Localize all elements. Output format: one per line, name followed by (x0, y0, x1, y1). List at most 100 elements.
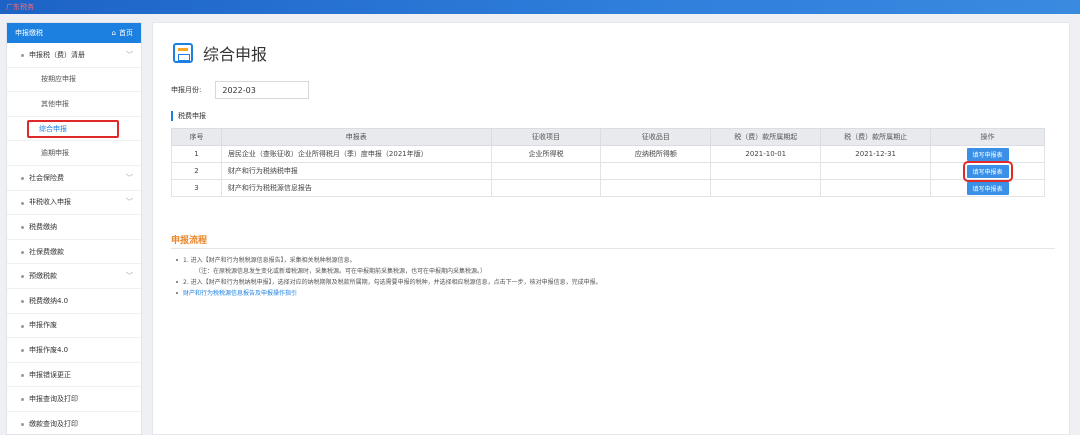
column-header: 征收项目 (490, 128, 602, 146)
table-cell (490, 179, 602, 197)
table-cell: 2021-12-31 (820, 145, 932, 163)
sidebar-subitem-label: 综合申报 (27, 119, 119, 138)
month-label: 申报月份: (171, 86, 202, 94)
declaration-icon (173, 43, 193, 63)
bullet-icon (21, 398, 24, 402)
sidebar-item[interactable]: 税费缴纳4.0 (7, 289, 141, 314)
sidebar-subitem-label: 按期应申报 (41, 75, 76, 84)
table-cell: 2 (171, 162, 222, 180)
home-icon: ⌂ (111, 29, 116, 37)
bullet-icon (21, 349, 24, 353)
bullet-icon (21, 299, 24, 303)
chevron-down-icon: ﹀ (126, 272, 133, 281)
flow-note: （注：在原税源信息发生变化或新增税源时，采集税源。可在申报期前采集税源，也可在申… (195, 268, 487, 275)
sidebar-subitem[interactable]: 逾期申报 (7, 141, 141, 166)
divider (171, 248, 1055, 249)
action-cell: 填写申报表 (930, 160, 1045, 182)
table-cell (490, 162, 602, 180)
sidebar-subitem-label: 其他申报 (41, 99, 69, 108)
column-header: 序号 (171, 128, 222, 146)
sidebar-item[interactable]: 申报作废 (7, 314, 141, 339)
table-cell (710, 179, 822, 197)
bullet-icon (21, 54, 24, 57)
table-cell (600, 179, 712, 197)
sidebar-item[interactable]: 预缴税款 ﹀ (7, 264, 141, 289)
table-cell: 1 (171, 145, 222, 163)
column-header: 申报表 (220, 128, 492, 146)
sidebar-item-label: 申报作废4.0 (29, 345, 69, 354)
sidebar-item-label: 社会保险费 (29, 173, 64, 182)
home-link[interactable]: ⌂ 首页 (112, 28, 133, 38)
table-cell: 企业所得税 (490, 145, 602, 163)
sidebar-item-label: 税费缴纳 (29, 222, 57, 231)
flow-step-2: 2. 进入【财产和行为税纳税申报】，选择对应的纳税期限及税款所属期，勾选需要申报… (175, 277, 1035, 288)
sidebar-item[interactable]: 申报税（费）清册 ﹀ (7, 43, 141, 68)
declaration-table: 序号 申报表 征收项目 征收品目 税（费）款所属期起 税（费）款所属期止 操作 1 居民企业（… (171, 128, 1045, 197)
sidebar-item[interactable]: 缴款查询及打印 (7, 412, 141, 434)
table-cell: 2021-10-01 (710, 145, 822, 163)
table-cell: 财产和行为税纳税申报 (220, 162, 492, 180)
sidebar: 申报缴税 ⌂ 首页 申报税（费）清册 ﹀ 按期应申报其他申报综合申报逾期申报社会保险… (6, 22, 142, 435)
table-cell: 居民企业（查账征收）企业所得税月（季）度申报（2021年版） (220, 145, 492, 163)
main-panel: 综合申报 申报月份: 2022-03 税费申报 序号 申报表 征收项目 征收品目 税（费… (152, 22, 1070, 435)
month-input[interactable]: 2022-03 (215, 81, 310, 99)
action-cell: 填写申报表 (930, 179, 1045, 197)
sidebar-item[interactable]: 申报作废4.0 (7, 338, 141, 363)
chevron-down-icon: ﹀ (126, 173, 133, 182)
flow-list: 1. 进入【财产和行为税税源信息报告】，采集相关税种税源信息。 （注：在原税源信… (175, 255, 1035, 299)
sidebar-item-label: 缴款查询及打印 (29, 419, 78, 428)
sidebar-item[interactable]: 申报查询及打印 (7, 387, 141, 412)
sidebar-item-label: 预缴税款 (29, 272, 57, 281)
sidebar-item[interactable]: 申报错误更正 (7, 363, 141, 388)
table-cell (820, 179, 932, 197)
section-title: 税费申报 (171, 111, 206, 121)
table-row: 1 居民企业（查账征收）企业所得税月（季）度申报（2021年版） 企业所得税 应纳税所… (171, 145, 1045, 163)
table-header-row: 序号 申报表 征收项目 征收品目 税（费）款所属期起 税（费）款所属期止 操作 (171, 128, 1045, 146)
table-cell: 应纳税所得额 (600, 145, 712, 163)
sidebar-header-title: 申报缴税 (15, 29, 43, 37)
sidebar-subitem[interactable]: 按期应申报 (7, 68, 141, 93)
sidebar-menu: 申报税（费）清册 ﹀ 按期应申报 其他申报 综合申报 逾期申报 社会保险费 ﹀ 非税收入申报 ﹀ 税… (7, 43, 141, 434)
bullet-icon (21, 324, 24, 328)
bullet-icon (21, 201, 24, 205)
bullet-icon (21, 275, 24, 279)
sidebar-item-label: 社保费缴款 (29, 247, 64, 256)
page-title: 综合申报 (203, 45, 268, 64)
sidebar-item-label: 申报错误更正 (29, 370, 71, 379)
sidebar-item[interactable]: 社保费缴款 (7, 240, 141, 265)
action-cell: 填写申报表 (930, 145, 1045, 163)
sidebar-item[interactable]: 税费缴纳 (7, 215, 141, 240)
flow-step-1: 1. 进入【财产和行为税税源信息报告】，采集相关税种税源信息。 (175, 255, 1035, 266)
sidebar-subitem-label: 逾期申报 (41, 149, 69, 158)
table-cell: 3 (171, 179, 222, 197)
column-header: 征收品目 (600, 128, 712, 146)
bullet-icon (21, 250, 24, 254)
fill-form-button[interactable]: 填写申报表 (966, 181, 1009, 195)
table-cell (710, 162, 822, 180)
bullet-icon (21, 226, 24, 230)
top-banner: 广东税务 (0, 0, 1080, 14)
sidebar-item[interactable]: 社会保险费 ﹀ (7, 166, 141, 191)
fill-form-button[interactable]: 填写申报表 (966, 147, 1009, 161)
guide-link[interactable]: 财产和行为税税源信息报告及申报操作指引 (175, 288, 1035, 299)
sidebar-header: 申报缴税 ⌂ 首页 (7, 23, 141, 43)
bullet-icon (21, 422, 24, 426)
chevron-down-icon: ﹀ (126, 50, 133, 59)
table-cell (600, 162, 712, 180)
flow-title: 申报流程 (171, 236, 208, 246)
month-row: 申报月份: 2022-03 (171, 81, 310, 99)
fill-form-button[interactable]: 填写申报表 (962, 160, 1013, 182)
table-cell: 财产和行为税税源信息报告 (220, 179, 492, 197)
sidebar-subitem[interactable]: 综合申报 (7, 117, 141, 142)
table-row: 3 财产和行为税税源信息报告 填写申报表 (171, 179, 1045, 197)
sidebar-item-label: 税费缴纳4.0 (29, 296, 69, 305)
table-body: 1 居民企业（查账征收）企业所得税月（季）度申报（2021年版） 企业所得税 应纳税所… (171, 145, 1045, 197)
sidebar-subitem[interactable]: 其他申报 (7, 92, 141, 117)
column-header: 税（费）款所属期止 (820, 128, 932, 146)
sidebar-item-label: 申报查询及打印 (29, 395, 78, 404)
column-header: 税（费）款所属期起 (710, 128, 822, 146)
page-header: 综合申报 (173, 41, 267, 65)
chevron-down-icon: ﹀ (126, 198, 133, 207)
sidebar-item[interactable]: 非税收入申报 ﹀ (7, 191, 141, 216)
sidebar-item-label: 申报作废 (29, 321, 57, 330)
